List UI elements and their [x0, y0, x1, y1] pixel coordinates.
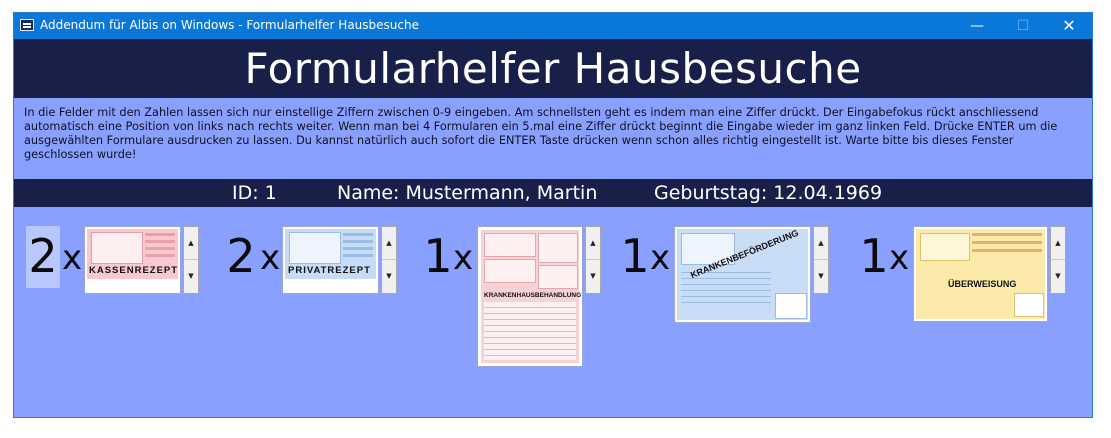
quantity-input-ueberweisung[interactable]: 1 [857, 226, 891, 288]
multiplier-symbol: x [62, 238, 83, 278]
app-window: Addendum für Albis on Windows - Formular… [13, 12, 1093, 418]
close-button[interactable]: ✕ [1046, 13, 1092, 39]
spin-down-button[interactable]: ▼ [184, 260, 198, 293]
form-thumbnail-krankenhausbehandlung[interactable]: KRANKENHAUSBEHANDLUNG [477, 226, 583, 367]
patient-birthday: Geburtstag: 12.04.1969 [654, 182, 883, 204]
form-thumbnail-kassenrezept[interactable]: KASSENREZEPT [84, 226, 181, 294]
spin-up-button[interactable]: ▲ [382, 227, 396, 260]
spinner-kassenrezept: ▲ ▼ [183, 226, 199, 294]
app-icon [20, 19, 34, 31]
spinner-privatrezept: ▲ ▼ [381, 226, 397, 294]
spin-down-button[interactable]: ▼ [586, 260, 600, 293]
form-thumbnail-ueberweisung[interactable]: ÜBERWEISUNG [913, 226, 1048, 322]
spinner-krankenhausbehandlung: ▲ ▼ [585, 226, 601, 294]
spin-up-button[interactable]: ▲ [586, 227, 600, 260]
spinner-krankenbefoerderung: ▲ ▼ [813, 226, 829, 294]
form-thumbnail-privatrezept[interactable]: PRIVATREZEPT [282, 226, 379, 294]
spin-up-button[interactable]: ▲ [1051, 227, 1065, 260]
quantity-input-krankenhausbehandlung[interactable]: 1 [421, 226, 455, 288]
form-label-kassenrezept: KASSENREZEPT [89, 265, 179, 276]
title-bar: Addendum für Albis on Windows - Formular… [14, 13, 1092, 39]
multiplier-symbol: x [650, 238, 671, 278]
multiplier-symbol: x [889, 238, 910, 278]
form-thumbnail-krankenbefoerderung[interactable]: KRANKENBEFÖRDERUNG [674, 226, 811, 323]
minimize-button[interactable]: — [954, 13, 1000, 39]
spin-down-button[interactable]: ▼ [814, 260, 828, 293]
quantity-input-kassenrezept[interactable]: 2 [26, 226, 60, 288]
patient-name: Name: Mustermann, Martin [337, 182, 598, 204]
spin-up-button[interactable]: ▲ [184, 227, 198, 260]
multiplier-symbol: x [453, 238, 474, 278]
spin-down-button[interactable]: ▼ [382, 260, 396, 293]
page-title: Formularhelfer Hausbesuche [14, 39, 1092, 98]
patient-bar: ID: 1 Name: Mustermann, Martin Geburtsta… [14, 179, 1092, 207]
multiplier-symbol: x [260, 238, 281, 278]
patient-id: ID: 1 [232, 182, 277, 204]
form-label-krankenhausbehandlung: KRANKENHAUSBEHANDLUNG [484, 292, 582, 299]
spin-down-button[interactable]: ▼ [1051, 260, 1065, 293]
spinner-ueberweisung: ▲ ▼ [1050, 226, 1066, 294]
form-label-privatrezept: PRIVATREZEPT [288, 265, 371, 276]
spin-up-button[interactable]: ▲ [814, 227, 828, 260]
form-label-ueberweisung: ÜBERWEISUNG [948, 279, 1017, 289]
window-title: Addendum für Albis on Windows - Formular… [40, 18, 419, 32]
quantity-input-krankenbefoerderung[interactable]: 1 [618, 226, 652, 288]
instructions-text: In die Felder mit den Zahlen lassen sich… [24, 106, 1058, 161]
maximize-button[interactable]: ☐ [1000, 13, 1046, 39]
quantity-input-privatrezept[interactable]: 2 [224, 226, 258, 288]
